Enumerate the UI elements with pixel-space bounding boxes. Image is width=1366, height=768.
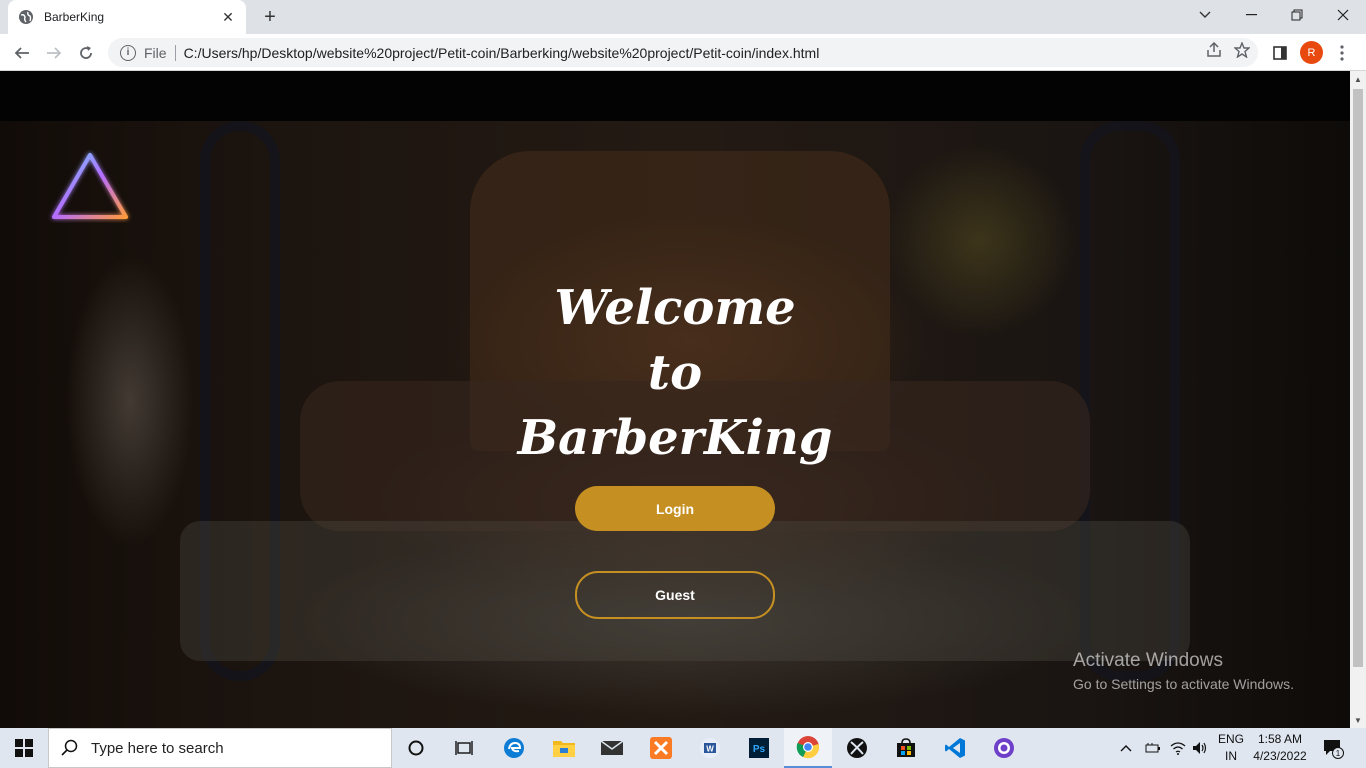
mail-icon[interactable] — [588, 728, 636, 768]
svg-text:Ps: Ps — [753, 744, 766, 755]
task-view-icon[interactable] — [440, 728, 488, 768]
volume-icon[interactable] — [1192, 728, 1208, 768]
tab-search-chevron-icon[interactable] — [1182, 0, 1228, 30]
close-window-button[interactable] — [1320, 0, 1366, 30]
word-icon[interactable]: W — [686, 728, 734, 768]
wifi-icon[interactable] — [1170, 728, 1186, 768]
minimize-button[interactable] — [1228, 0, 1274, 30]
activate-windows-watermark: Activate Windows Go to Settings to activ… — [1073, 650, 1294, 692]
cortana-icon[interactable] — [392, 728, 440, 768]
battery-plug-icon[interactable] — [1145, 728, 1161, 768]
welcome-line-1: Welcome — [554, 280, 796, 336]
activate-subtitle: Go to Settings to activate Windows. — [1073, 676, 1294, 692]
side-panel-icon[interactable] — [1266, 39, 1294, 67]
reload-icon[interactable] — [72, 39, 100, 67]
welcome-line-2: to — [647, 345, 703, 401]
store-icon[interactable] — [882, 728, 930, 768]
browser-toolbar: i File C:/Users/hp/Desktop/website%20pro… — [0, 34, 1366, 71]
notification-center-icon[interactable]: 1 — [1322, 728, 1344, 768]
file-explorer-icon[interactable] — [540, 728, 588, 768]
edge-icon[interactable] — [490, 728, 538, 768]
close-tab-icon[interactable]: ✕ — [220, 9, 236, 25]
share-icon[interactable] — [1206, 41, 1222, 62]
notification-count: 1 — [1336, 749, 1341, 758]
activate-title: Activate Windows — [1073, 650, 1223, 671]
url-text[interactable]: C:/Users/hp/Desktop/website%20project/Pe… — [184, 45, 820, 61]
info-icon[interactable]: i — [120, 44, 136, 61]
restore-button[interactable] — [1274, 0, 1320, 30]
show-hidden-icons-chevron-icon[interactable] — [1120, 728, 1132, 768]
lang-region: IN — [1225, 749, 1237, 763]
tab-title: BarberKing — [44, 10, 105, 24]
chrome-icon[interactable] — [784, 728, 832, 768]
browser-tab[interactable]: BarberKing ✕ — [8, 0, 246, 34]
page-viewport: Welcome to BarberKing Login Guest Activa… — [0, 71, 1350, 728]
github-desktop-icon[interactable] — [980, 728, 1028, 768]
login-button[interactable]: Login — [575, 486, 775, 531]
forward-arrow-icon[interactable] — [40, 39, 68, 67]
input-language-indicator[interactable]: ENG IN — [1214, 731, 1248, 765]
address-bar[interactable]: i File C:/Users/hp/Desktop/website%20pro… — [108, 38, 1258, 67]
globe-icon — [18, 9, 34, 25]
welcome-line-3: BarberKing — [517, 410, 833, 466]
photoshop-icon[interactable]: Ps — [735, 728, 783, 768]
clock-time: 1:58 AM — [1257, 732, 1303, 746]
url-scheme-label: File — [144, 44, 167, 61]
scrollbar-thumb[interactable] — [1353, 89, 1363, 667]
back-arrow-icon[interactable] — [8, 39, 36, 67]
clock-date: 4/23/2022 — [1253, 749, 1307, 763]
windows-start-icon[interactable] — [0, 728, 48, 768]
system-clock[interactable]: 1:58 AM 4/23/2022 — [1248, 731, 1312, 765]
search-placeholder: Type here to search — [91, 739, 224, 757]
new-tab-button[interactable]: + — [258, 6, 282, 28]
guest-button[interactable]: Guest — [575, 571, 775, 619]
search-icon — [61, 739, 78, 756]
page-scrollbar[interactable]: ▲ ▼ — [1350, 71, 1366, 728]
vscode-icon[interactable] — [931, 728, 979, 768]
welcome-heading: Welcome to BarberKing — [475, 276, 875, 471]
lang-code: ENG — [1217, 732, 1244, 746]
xbox-icon[interactable] — [833, 728, 881, 768]
taskbar-search-box[interactable]: Type here to search — [48, 728, 392, 768]
windows-taskbar: Type here to search W Ps ENG IN 1:58 AM … — [0, 728, 1366, 768]
scroll-down-arrow-icon[interactable]: ▼ — [1350, 712, 1366, 728]
bookmark-star-icon[interactable] — [1233, 41, 1251, 62]
svg-text:W: W — [706, 745, 714, 754]
scroll-up-arrow-icon[interactable]: ▲ — [1350, 71, 1366, 87]
menu-kebab-icon[interactable] — [1328, 39, 1356, 67]
profile-avatar[interactable]: R — [1300, 41, 1323, 64]
browser-tab-strip: BarberKing ✕ + — [0, 0, 1366, 34]
divider — [174, 44, 176, 61]
triangle-logo-icon — [52, 153, 128, 219]
xampp-icon[interactable] — [637, 728, 685, 768]
